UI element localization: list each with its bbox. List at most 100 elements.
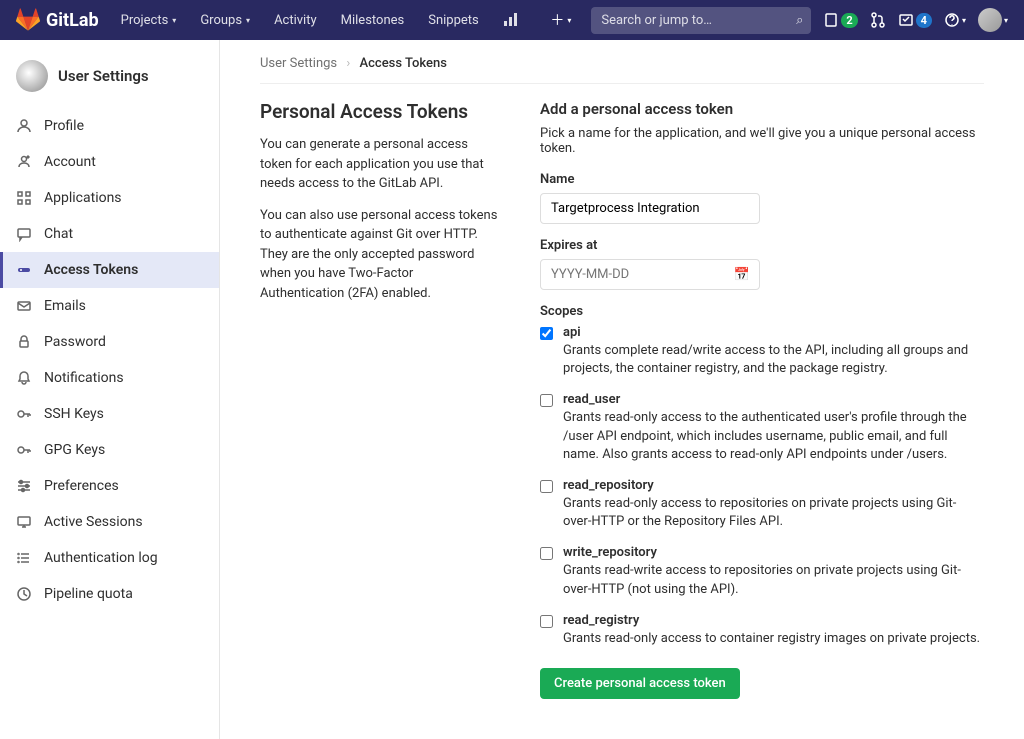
main-content: User Settings › Access Tokens Personal A… bbox=[220, 40, 1024, 739]
breadcrumb-parent[interactable]: User Settings bbox=[260, 56, 337, 71]
merge-requests-link[interactable] bbox=[870, 12, 886, 28]
token-icon bbox=[16, 262, 32, 278]
help-dropdown[interactable]: ▾ bbox=[944, 12, 966, 28]
sidebar-item-password[interactable]: Password bbox=[0, 324, 219, 360]
sidebar-item-gpg-keys[interactable]: GPG Keys bbox=[0, 432, 219, 468]
scope-name: read_registry bbox=[563, 613, 984, 628]
nav-analytics[interactable] bbox=[493, 12, 529, 28]
bell-icon bbox=[16, 370, 32, 386]
scope-description: Grants read-write access to repositories… bbox=[563, 562, 984, 598]
user-avatar bbox=[978, 8, 1002, 32]
sidebar: User Settings Profile Account Applications… bbox=[0, 40, 220, 739]
issues-link[interactable]: 2 bbox=[823, 12, 857, 28]
sidebar-item-chat[interactable]: Chat bbox=[0, 216, 219, 252]
sidebar-item-label: SSH Keys bbox=[44, 406, 104, 422]
name-input[interactable] bbox=[540, 193, 760, 224]
sidebar-item-emails[interactable]: Emails bbox=[0, 288, 219, 324]
sidebar-item-label: Preferences bbox=[44, 478, 119, 494]
help-icon bbox=[944, 12, 960, 28]
scope-name: write_repository bbox=[563, 545, 984, 560]
sidebar-item-label: Authentication log bbox=[44, 550, 158, 566]
chevron-down-icon: ▾ bbox=[1004, 16, 1008, 25]
sidebar-item-label: Applications bbox=[44, 190, 122, 206]
page-description-2: You can also use personal access tokens … bbox=[260, 206, 500, 304]
monitor-icon bbox=[16, 514, 32, 530]
scope-description: Grants read-only access to the authentic… bbox=[563, 409, 984, 464]
sidebar-item-notifications[interactable]: Notifications bbox=[0, 360, 219, 396]
brand-name: GitLab bbox=[46, 10, 99, 31]
lock-icon bbox=[16, 334, 32, 350]
scope-checkbox-read_user[interactable] bbox=[540, 394, 553, 407]
email-icon bbox=[16, 298, 32, 314]
plus-icon: ＋ bbox=[550, 10, 564, 30]
sidebar-item-account[interactable]: Account bbox=[0, 144, 219, 180]
key-icon bbox=[16, 406, 32, 422]
breadcrumb-current: Access Tokens bbox=[360, 56, 447, 71]
scope-description: Grants read-only access to repositories … bbox=[563, 495, 984, 531]
chart-icon bbox=[503, 12, 519, 28]
sidebar-header[interactable]: User Settings bbox=[0, 52, 219, 108]
nav-activity[interactable]: Activity bbox=[264, 13, 327, 28]
nav-milestones[interactable]: Milestones bbox=[331, 13, 415, 28]
sidebar-item-label: Pipeline quota bbox=[44, 586, 133, 602]
sidebar-item-profile[interactable]: Profile bbox=[0, 108, 219, 144]
issues-badge: 2 bbox=[841, 13, 857, 28]
list-icon bbox=[16, 550, 32, 566]
scope-read_user: read_userGrants read-only access to the … bbox=[540, 392, 984, 464]
user-menu[interactable]: ▾ bbox=[978, 8, 1008, 32]
chat-icon bbox=[16, 226, 32, 242]
nav-projects[interactable]: Projects▾ bbox=[111, 13, 187, 28]
sidebar-item-label: Notifications bbox=[44, 370, 124, 386]
issues-icon bbox=[823, 12, 839, 28]
search-icon: ⌕ bbox=[796, 13, 803, 28]
sidebar-item-ssh-keys[interactable]: SSH Keys bbox=[0, 396, 219, 432]
scope-api: apiGrants complete read/write access to … bbox=[540, 325, 984, 378]
scopes-label: Scopes bbox=[540, 304, 984, 319]
search-input[interactable] bbox=[591, 7, 811, 34]
profile-icon bbox=[16, 118, 32, 134]
scope-checkbox-read_registry[interactable] bbox=[540, 615, 553, 628]
form-subheading: Pick a name for the application, and we'… bbox=[540, 126, 984, 156]
form-heading: Add a personal access token bbox=[540, 100, 984, 118]
breadcrumb: User Settings › Access Tokens bbox=[260, 56, 984, 84]
sidebar-item-label: Access Tokens bbox=[44, 262, 138, 278]
scope-description: Grants complete read/write access to the… bbox=[563, 342, 984, 378]
gitlab-logo[interactable]: GitLab bbox=[16, 8, 99, 32]
name-label: Name bbox=[540, 172, 984, 187]
gitlab-logo-icon bbox=[16, 8, 40, 32]
sidebar-item-label: Profile bbox=[44, 118, 84, 134]
sidebar-item-label: Active Sessions bbox=[44, 514, 143, 530]
merge-request-icon bbox=[870, 12, 886, 28]
chevron-down-icon: ▾ bbox=[172, 16, 176, 25]
page-heading: Personal Access Tokens bbox=[260, 100, 500, 123]
sidebar-item-label: Chat bbox=[44, 226, 73, 242]
sidebar-item-pipeline-quota[interactable]: Pipeline quota bbox=[0, 576, 219, 612]
scope-checkbox-api[interactable] bbox=[540, 327, 553, 340]
create-token-button[interactable]: Create personal access token bbox=[540, 668, 740, 699]
sidebar-item-active-sessions[interactable]: Active Sessions bbox=[0, 504, 219, 540]
scope-description: Grants read-only access to container reg… bbox=[563, 630, 984, 648]
todos-link[interactable]: 4 bbox=[898, 12, 932, 28]
page-description-1: You can generate a personal access token… bbox=[260, 135, 500, 194]
scope-checkbox-write_repository[interactable] bbox=[540, 547, 553, 560]
scope-checkbox-read_repository[interactable] bbox=[540, 480, 553, 493]
sidebar-item-access-tokens[interactable]: Access Tokens bbox=[0, 252, 219, 288]
scope-write_repository: write_repository Grants read-write access… bbox=[540, 545, 984, 598]
account-icon bbox=[16, 154, 32, 170]
sidebar-item-applications[interactable]: Applications bbox=[0, 180, 219, 216]
prefs-icon bbox=[16, 478, 32, 494]
nav-groups[interactable]: Groups▾ bbox=[190, 13, 260, 28]
expires-input[interactable] bbox=[540, 259, 760, 290]
chevron-down-icon: ▾ bbox=[567, 16, 571, 25]
navbar: GitLab Projects▾ Groups▾ Activity Milest… bbox=[0, 0, 1024, 40]
clock-icon bbox=[16, 586, 32, 602]
scope-name: read_repository bbox=[563, 478, 984, 493]
scope-read_registry: read_registry Grants read-only access to … bbox=[540, 613, 984, 648]
sidebar-avatar bbox=[16, 60, 48, 92]
nav-snippets[interactable]: Snippets bbox=[418, 13, 489, 28]
todos-icon bbox=[898, 12, 914, 28]
sidebar-item-authentication-log[interactable]: Authentication log bbox=[0, 540, 219, 576]
sidebar-item-label: Password bbox=[44, 334, 106, 350]
new-dropdown[interactable]: ＋▾ bbox=[542, 10, 579, 30]
sidebar-item-preferences[interactable]: Preferences bbox=[0, 468, 219, 504]
